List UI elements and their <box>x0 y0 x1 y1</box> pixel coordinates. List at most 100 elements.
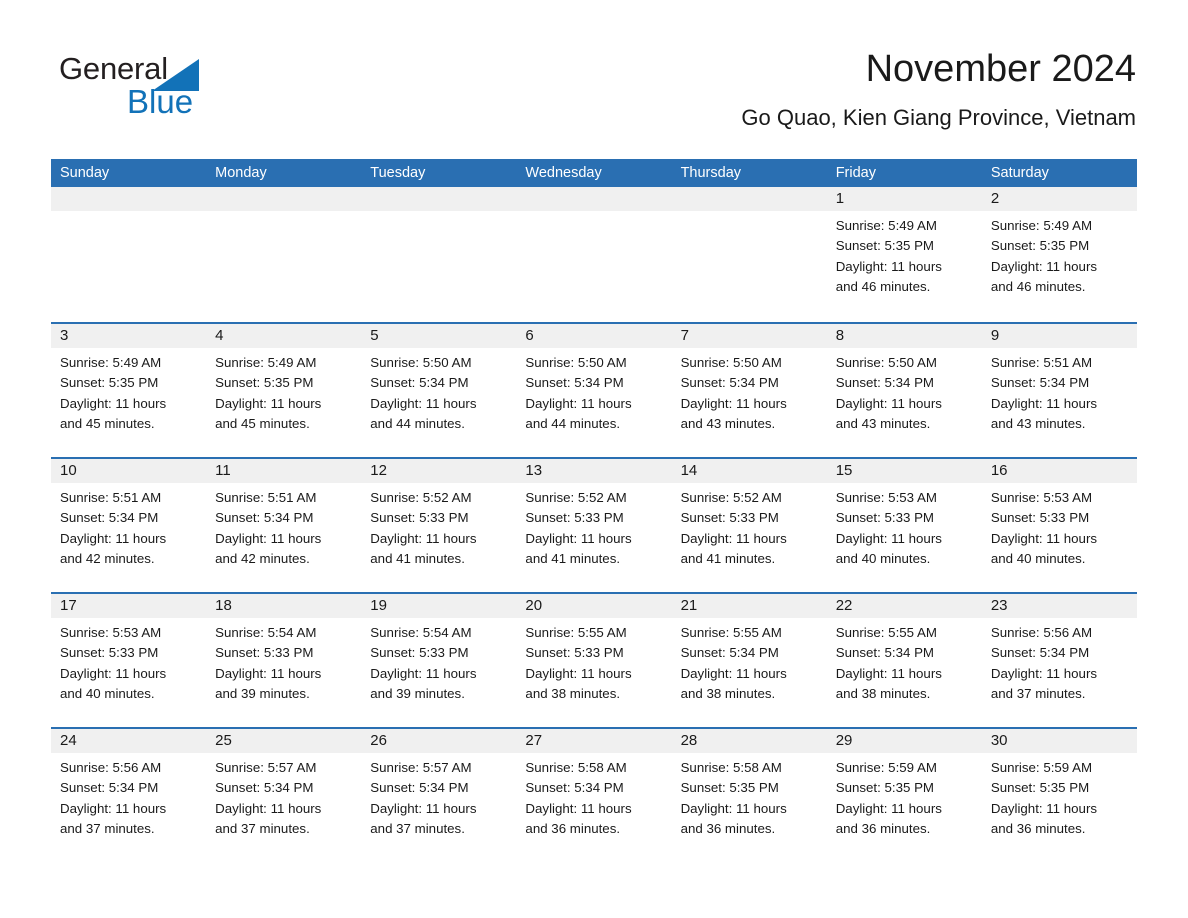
day-number: 15 <box>826 459 982 483</box>
daylight-duration-line1: Daylight: 11 hours <box>680 800 787 816</box>
daylight-duration-line1: Daylight: 11 hours <box>990 258 1098 274</box>
sunset-time: Sunset: 5:33 PM <box>990 510 1090 526</box>
day-cell[interactable]: 2 Sunrise: 5:49 AM Sunset: 5:35 PM Daylight… <box>981 187 1137 322</box>
logo-text-blue: Blue <box>127 83 194 120</box>
sunrise-time: Sunrise: 5:51 AM <box>990 355 1093 370</box>
day-number: 29 <box>826 729 982 753</box>
day-cell[interactable]: 23 Sunrise: 5:56 AM Sunset: 5:34 PM Dayligh… <box>981 594 1137 727</box>
day-number <box>51 187 207 211</box>
day-number: 24 <box>51 729 207 753</box>
day-cell[interactable]: 24 Sunrise: 5:56 AM Sunset: 5:34 PM Dayligh… <box>51 729 207 862</box>
location-subtitle: Go Quao, Kien Giang Province, Vietnam <box>741 105 1136 130</box>
sunset-time: Sunset: 5:34 PM <box>680 375 779 391</box>
day-cell[interactable]: 1 Sunrise: 5:49 AM Sunset: 5:35 PM Daylight… <box>826 187 982 322</box>
day-cell[interactable]: 28 Sunrise: 5:58 AM Sunset: 5:35 PM Dayligh… <box>671 729 827 862</box>
day-cell[interactable]: 30 Sunrise: 5:59 AM Sunset: 5:35 PM Dayligh… <box>981 729 1137 862</box>
general-blue-logo[interactable]: General Blue <box>59 52 289 124</box>
day-cell[interactable]: 20 Sunrise: 5:55 AM Sunset: 5:33 PM Dayligh… <box>516 594 672 727</box>
daylight-duration-line1: Daylight: 11 hours <box>990 395 1098 411</box>
day-cell[interactable]: 11 Sunrise: 5:51 AM Sunset: 5:34 PM Dayligh… <box>206 459 362 592</box>
sunset-time: Sunset: 5:34 PM <box>990 645 1090 661</box>
day-number: 30 <box>981 729 1137 753</box>
daylight-duration-line1: Daylight: 11 hours <box>835 665 942 681</box>
daylight-duration-line1: Daylight: 11 hours <box>525 800 632 816</box>
day-sun-info: Sunrise: 5:49 AM Sunset: 5:35 PM Daylight:… <box>51 348 206 434</box>
daylight-duration-line2: and 36 minutes. <box>990 820 1086 836</box>
day-sun-info: Sunrise: 5:55 AM Sunset: 5:33 PM Daylight:… <box>516 618 671 704</box>
title-block: November 2024 Go Quao, Kien Giang Provin… <box>741 46 1136 132</box>
day-sun-info: Sunrise: 5:51 AM Sunset: 5:34 PM Daylight:… <box>982 348 1137 434</box>
sunset-time: Sunset: 5:34 PM <box>525 780 624 796</box>
daylight-duration-line2: and 46 minutes. <box>990 278 1086 294</box>
day-sun-info: Sunrise: 5:52 AM Sunset: 5:33 PM Daylight:… <box>672 483 827 569</box>
sunset-time: Sunset: 5:33 PM <box>60 645 159 661</box>
day-cell[interactable]: 22 Sunrise: 5:55 AM Sunset: 5:34 PM Dayligh… <box>826 594 982 727</box>
day-cell[interactable]: 13 Sunrise: 5:52 AM Sunset: 5:33 PM Dayligh… <box>516 459 672 592</box>
day-cell[interactable]: 29 Sunrise: 5:59 AM Sunset: 5:35 PM Dayligh… <box>826 729 982 862</box>
daylight-duration-line2: and 45 minutes. <box>60 415 155 431</box>
daylight-duration-line2: and 40 minutes. <box>835 550 931 566</box>
day-cell[interactable]: 25 Sunrise: 5:57 AM Sunset: 5:34 PM Dayligh… <box>206 729 362 862</box>
day-cell[interactable]: 7 Sunrise: 5:50 AM Sunset: 5:34 PM Daylight… <box>671 324 827 457</box>
daylight-duration-line2: and 42 minutes. <box>215 550 310 566</box>
weekday-header-row: Sunday Monday Tuesday Wednesday Thursday… <box>51 159 1137 187</box>
daylight-duration-line1: Daylight: 11 hours <box>370 530 477 546</box>
sunrise-time: Sunrise: 5:54 AM <box>370 625 472 640</box>
day-sun-info: Sunrise: 5:50 AM Sunset: 5:34 PM Daylight:… <box>361 348 516 434</box>
day-cell[interactable]: 17 Sunrise: 5:53 AM Sunset: 5:33 PM Dayligh… <box>51 594 207 727</box>
sunrise-time: Sunrise: 5:56 AM <box>60 760 162 775</box>
day-number: 11 <box>206 459 362 483</box>
day-cell[interactable]: 27 Sunrise: 5:58 AM Sunset: 5:34 PM Dayligh… <box>516 729 672 862</box>
daylight-duration-line1: Daylight: 11 hours <box>680 530 787 546</box>
day-cell[interactable]: 21 Sunrise: 5:55 AM Sunset: 5:34 PM Dayligh… <box>671 594 827 727</box>
day-cell[interactable]: 12 Sunrise: 5:52 AM Sunset: 5:33 PM Dayligh… <box>361 459 517 592</box>
daylight-duration-line1: Daylight: 11 hours <box>525 395 632 411</box>
day-cell[interactable]: 19 Sunrise: 5:54 AM Sunset: 5:33 PM Dayligh… <box>361 594 517 727</box>
day-cell[interactable]: 9 Sunrise: 5:51 AM Sunset: 5:34 PM Daylight… <box>981 324 1137 457</box>
sunrise-time: Sunrise: 5:57 AM <box>370 760 472 775</box>
sunset-time: Sunset: 5:35 PM <box>835 780 935 796</box>
day-cell[interactable]: 6 Sunrise: 5:50 AM Sunset: 5:34 PM Daylight… <box>516 324 672 457</box>
day-cell[interactable]: 14 Sunrise: 5:52 AM Sunset: 5:33 PM Dayligh… <box>671 459 827 592</box>
day-sun-info: Sunrise: 5:56 AM Sunset: 5:34 PM Daylight:… <box>51 753 206 839</box>
weekday-header-sunday: Sunday <box>60 165 110 181</box>
weekday-header-friday: Friday <box>835 165 876 181</box>
day-cell[interactable]: 3 Sunrise: 5:49 AM Sunset: 5:35 PM Daylight… <box>51 324 207 457</box>
day-sun-info: Sunrise: 5:54 AM Sunset: 5:33 PM Daylight:… <box>361 618 516 704</box>
daylight-duration-line2: and 37 minutes. <box>370 820 465 836</box>
day-sun-info: Sunrise: 5:57 AM Sunset: 5:34 PM Daylight:… <box>361 753 516 839</box>
day-cell[interactable]: 18 Sunrise: 5:54 AM Sunset: 5:33 PM Dayligh… <box>206 594 362 727</box>
weekday-header-wednesday: Wednesday <box>525 165 602 181</box>
sunset-time: Sunset: 5:35 PM <box>990 780 1090 796</box>
sunset-time: Sunset: 5:34 PM <box>215 780 314 796</box>
day-sun-info: Sunrise: 5:55 AM Sunset: 5:34 PM Daylight:… <box>827 618 982 704</box>
day-sun-info: Sunrise: 5:58 AM Sunset: 5:35 PM Daylight:… <box>672 753 827 839</box>
day-cell[interactable]: 4 Sunrise: 5:49 AM Sunset: 5:35 PM Daylight… <box>206 324 362 457</box>
sunrise-time: Sunrise: 5:55 AM <box>835 625 937 640</box>
day-sun-info: Sunrise: 5:49 AM Sunset: 5:35 PM Daylight:… <box>827 211 982 297</box>
day-number <box>671 187 827 211</box>
page-title: November 2024 <box>865 48 1136 90</box>
sunset-time: Sunset: 5:34 PM <box>370 780 469 796</box>
daylight-duration-line1: Daylight: 11 hours <box>215 530 322 546</box>
daylight-duration-line2: and 45 minutes. <box>215 415 310 431</box>
day-cell[interactable]: 16 Sunrise: 5:53 AM Sunset: 5:33 PM Dayligh… <box>981 459 1137 592</box>
daylight-duration-line2: and 42 minutes. <box>60 550 155 566</box>
day-cell[interactable]: 15 Sunrise: 5:53 AM Sunset: 5:33 PM Dayligh… <box>826 459 982 592</box>
day-sun-info: Sunrise: 5:50 AM Sunset: 5:34 PM Daylight:… <box>516 348 671 434</box>
day-number: 20 <box>516 594 672 618</box>
daylight-duration-line2: and 37 minutes. <box>60 820 155 836</box>
day-cell[interactable]: 10 Sunrise: 5:51 AM Sunset: 5:34 PM Dayligh… <box>51 459 207 592</box>
sunrise-time: Sunrise: 5:58 AM <box>680 760 782 775</box>
day-number: 14 <box>671 459 827 483</box>
day-cell[interactable]: 8 Sunrise: 5:50 AM Sunset: 5:34 PM Daylight… <box>826 324 982 457</box>
day-cell[interactable]: 5 Sunrise: 5:50 AM Sunset: 5:34 PM Daylight… <box>361 324 517 457</box>
day-cell[interactable]: 26 Sunrise: 5:57 AM Sunset: 5:34 PM Dayligh… <box>361 729 517 862</box>
daylight-duration-line1: Daylight: 11 hours <box>370 665 477 681</box>
daylight-duration-line2: and 38 minutes. <box>835 685 931 701</box>
day-number: 10 <box>51 459 207 483</box>
day-cell-empty <box>516 187 672 322</box>
daylight-duration-line1: Daylight: 11 hours <box>60 395 167 411</box>
daylight-duration-line1: Daylight: 11 hours <box>60 800 167 816</box>
sunset-time: Sunset: 5:34 PM <box>60 510 159 526</box>
